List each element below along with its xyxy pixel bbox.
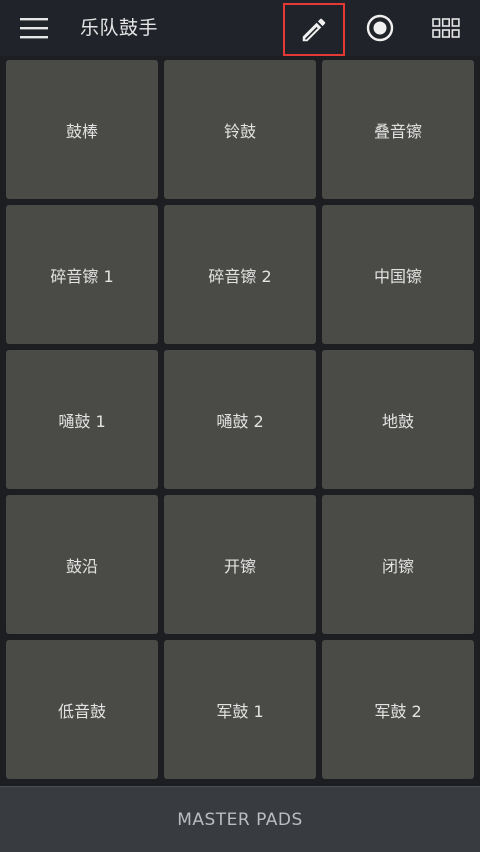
hamburger-menu-icon (20, 18, 48, 39)
pad-splash-cymbal[interactable]: 叠音镲 (322, 60, 474, 199)
edit-button[interactable] (283, 3, 345, 56)
pad-tambourine[interactable]: 铃鼓 (164, 60, 316, 199)
drum-pad-grid: 鼓棒 铃鼓 叠音镲 碎音镲 1 碎音镲 2 中国镲 嗵鼓 1 嗵鼓 2 地鼓 鼓… (0, 56, 480, 784)
pad-crash-cymbal-1[interactable]: 碎音镲 1 (6, 205, 158, 344)
pad-tom-2[interactable]: 嗵鼓 2 (164, 350, 316, 489)
pad-open-hihat[interactable]: 开镲 (164, 495, 316, 634)
top-app-bar: 乐队鼓手 (0, 0, 480, 56)
pencil-icon (302, 18, 326, 41)
grid-view-button[interactable] (424, 8, 468, 48)
pad-drumstick[interactable]: 鼓棒 (6, 60, 158, 199)
app-title: 乐队鼓手 (80, 17, 159, 39)
menu-button[interactable] (12, 8, 56, 48)
pad-tom-1[interactable]: 嗵鼓 1 (6, 350, 158, 489)
pad-rim[interactable]: 鼓沿 (6, 495, 158, 634)
pad-floor-tom[interactable]: 地鼓 (322, 350, 474, 489)
pad-crash-cymbal-2[interactable]: 碎音镲 2 (164, 205, 316, 344)
grid-view-icon (432, 18, 460, 38)
record-icon (366, 14, 394, 42)
pad-china-cymbal[interactable]: 中国镲 (322, 205, 474, 344)
pad-closed-hihat[interactable]: 闭镲 (322, 495, 474, 634)
pad-snare-1[interactable]: 军鼓 1 (164, 640, 316, 779)
record-button[interactable] (358, 8, 402, 48)
app-root: 乐队鼓手 鼓棒 铃鼓 叠音镲 碎音镲 1 碎音镲 2 中国镲 嗵鼓 1 嗵鼓 2… (0, 0, 480, 852)
pad-snare-2[interactable]: 军鼓 2 (322, 640, 474, 779)
pad-bass-drum[interactable]: 低音鼓 (6, 640, 158, 779)
master-pads-button[interactable]: MASTER PADS (0, 786, 480, 852)
